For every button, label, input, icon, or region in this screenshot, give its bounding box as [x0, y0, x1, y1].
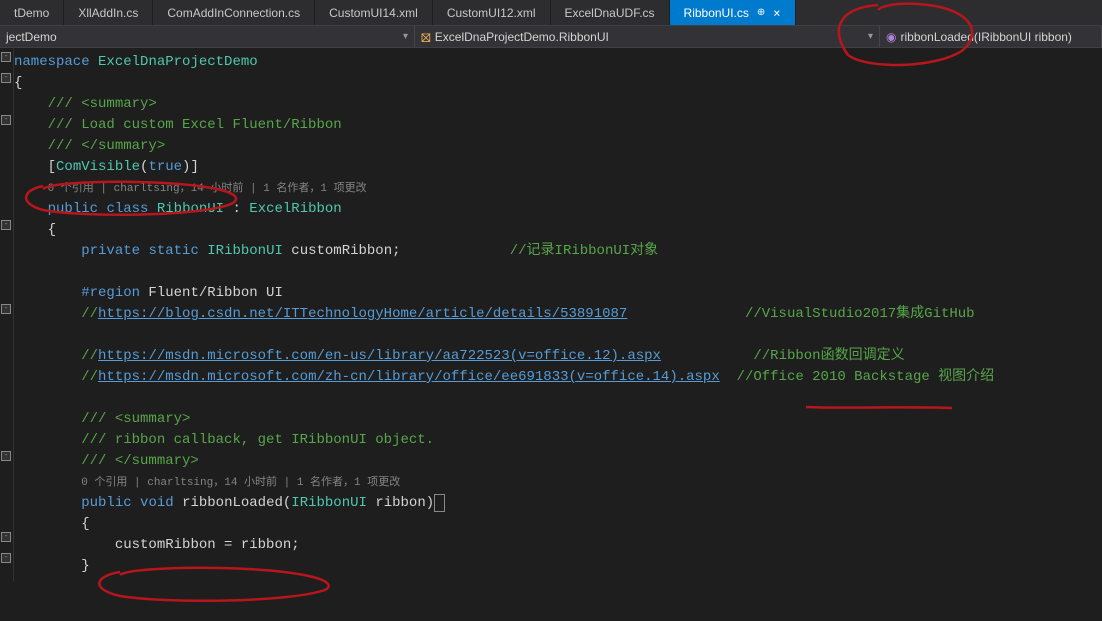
fold-icon[interactable]: -	[1, 73, 11, 83]
code-content[interactable]: namespace ExcelDnaProjectDemo { /// <sum…	[14, 48, 994, 581]
class-icon: 🝱	[421, 24, 431, 49]
breadcrumb: jectDemo▾ 🝱 ExcelDnaProjectDemo.RibbonUI…	[0, 26, 1102, 48]
tab-customui12[interactable]: CustomUI12.xml	[433, 0, 551, 25]
fold-icon[interactable]: -	[1, 220, 11, 230]
tab-ribbonui[interactable]: RibbonUI.cs ⊕ ×	[670, 0, 796, 25]
breadcrumb-class[interactable]: 🝱 ExcelDnaProjectDemo.RibbonUI▾	[415, 26, 880, 47]
tab-exceldnaudf[interactable]: ExcelDnaUDF.cs	[551, 0, 670, 25]
codelens[interactable]: 0 个引用 | charltsing，14 小时前 | 1 名作者，1 项更改	[81, 477, 400, 489]
fold-icon[interactable]: -	[1, 532, 11, 542]
dropdown-icon: ▾	[403, 31, 408, 42]
link-msdn1[interactable]: https://msdn.microsoft.com/en-us/library…	[98, 348, 661, 364]
dropdown-icon: ▾	[868, 31, 873, 42]
gutter: - - - - - - - -	[0, 48, 14, 581]
method-icon: ◉	[886, 30, 896, 44]
code-editor[interactable]: - - - - - - - - namespace ExcelDnaProjec…	[0, 48, 1102, 581]
fold-icon[interactable]: -	[1, 553, 11, 563]
fold-icon[interactable]: -	[1, 52, 11, 62]
breadcrumb-method[interactable]: ◉ ribbonLoaded(IRibbonUI ribbon)	[880, 26, 1102, 47]
link-csdn[interactable]: https://blog.csdn.net/ITTechnologyHome/a…	[98, 306, 627, 322]
pin-icon[interactable]: ⊕	[757, 7, 765, 18]
codelens[interactable]: 0 个引用 | charltsing，14 小时前 | 1 名作者，1 项更改	[48, 183, 367, 195]
fold-icon[interactable]: -	[1, 451, 11, 461]
fold-icon[interactable]: -	[1, 304, 11, 314]
close-icon[interactable]: ×	[773, 6, 780, 20]
fold-icon[interactable]: -	[1, 115, 11, 125]
tab-tdemo[interactable]: tDemo	[0, 0, 64, 25]
link-msdn2[interactable]: https://msdn.microsoft.com/zh-cn/library…	[98, 369, 720, 385]
tab-xlladdin[interactable]: XllAddIn.cs	[64, 0, 153, 25]
tab-comaddinconnection[interactable]: ComAddInConnection.cs	[153, 0, 315, 25]
tab-bar: tDemo XllAddIn.cs ComAddInConnection.cs …	[0, 0, 1102, 26]
breadcrumb-project[interactable]: jectDemo▾	[0, 26, 415, 47]
tab-customui14[interactable]: CustomUI14.xml	[315, 0, 433, 25]
